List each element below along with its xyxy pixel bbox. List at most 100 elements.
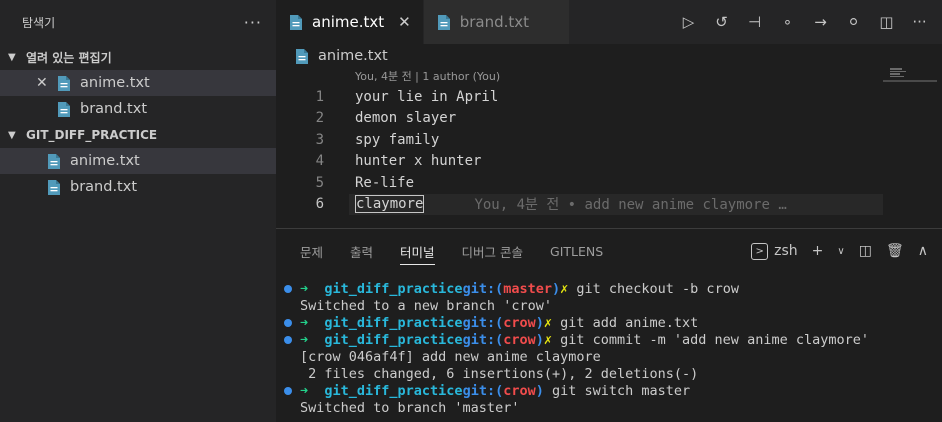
prompt-branch: crow xyxy=(503,314,536,331)
output-text: 2 files changed, 6 insertions(+), 2 dele… xyxy=(300,365,699,382)
code-line[interactable]: 5 Re-life xyxy=(276,172,942,194)
git-commit-icon[interactable]: ⊣ xyxy=(746,13,763,31)
breadcrumb[interactable]: anime.txt xyxy=(276,44,942,68)
split-editor-icon[interactable]: ◫ xyxy=(878,13,895,31)
tab-terminal[interactable]: 터미널 xyxy=(400,229,435,273)
line-text: spy family xyxy=(355,131,440,148)
folder-file-brand[interactable]: brand.txt xyxy=(0,174,276,200)
code-line[interactable]: 1 your lie in April xyxy=(276,86,942,108)
file-name: anime.txt xyxy=(70,153,140,169)
line-text: your lie in April xyxy=(355,88,499,105)
code-content[interactable]: 1 your lie in April 2 demon slayer 3 spy… xyxy=(276,86,942,215)
split-terminal-icon[interactable]: ◫ xyxy=(859,243,872,259)
dirty-mark-icon: ✗ xyxy=(543,314,552,331)
explorer-title: 탐색기 xyxy=(22,15,56,30)
prompt-arrow-icon: ➜ xyxy=(300,314,325,331)
prompt-arrow-icon: ➜ xyxy=(300,280,325,297)
tab-anime[interactable]: anime.txt ✕ xyxy=(276,0,424,44)
command-decoration-icon[interactable] xyxy=(284,335,292,344)
tab-brand[interactable]: brand.txt xyxy=(423,0,571,44)
terminal-output[interactable]: ➜ git_diff_practice git:(master) ✗ git c… xyxy=(276,273,942,416)
prompt-git: git:( xyxy=(462,280,504,297)
file-name: brand.txt xyxy=(70,179,138,195)
command-decoration-icon[interactable] xyxy=(284,318,292,327)
chevron-down-icon[interactable]: ∨ xyxy=(837,246,844,257)
code-line[interactable]: 2 demon slayer xyxy=(276,108,942,130)
file-name: anime.txt xyxy=(80,75,150,91)
line-number: 4 xyxy=(315,153,324,170)
tab-problems[interactable]: 문제 xyxy=(300,229,323,273)
code-line[interactable]: 3 spy family xyxy=(276,129,942,151)
chevron-down-icon: ▼ xyxy=(8,129,16,141)
dirty-mark-icon: ✗ xyxy=(560,280,569,297)
minimap[interactable] xyxy=(890,68,906,80)
folder-label: GIT_DIFF_PRACTICE xyxy=(26,128,158,142)
prompt-dir: git_diff_practice xyxy=(324,314,463,331)
file-icon xyxy=(296,48,308,64)
history-icon[interactable]: ↺ xyxy=(713,13,730,31)
open-editor-brand[interactable]: brand.txt xyxy=(0,96,276,122)
trash-icon[interactable]: 🗑 xyxy=(886,243,904,259)
dirty-mark-icon: ✗ xyxy=(543,331,552,348)
tab-output[interactable]: 출력 xyxy=(350,229,373,273)
command-text: git switch master xyxy=(543,382,691,399)
tab-label: anime.txt xyxy=(312,13,385,31)
command-decoration-icon[interactable] xyxy=(284,386,292,395)
line-text: demon slayer xyxy=(355,110,457,127)
terminal-icon: > xyxy=(751,242,769,260)
explorer-header: 탐색기 ··· xyxy=(0,0,276,44)
editor-area: anime.txt ✕ brand.txt ▷ ↺ ⊣ ∘ → ⚪ ◫ ··· … xyxy=(276,0,942,228)
close-icon[interactable]: ✕ xyxy=(36,75,48,91)
prompt-git-close: ) xyxy=(535,314,544,331)
more-actions-icon[interactable]: ··· xyxy=(244,13,262,32)
command-decoration-icon[interactable] xyxy=(284,284,292,293)
more-actions-icon[interactable]: ··· xyxy=(911,13,928,31)
prompt-git: git:( xyxy=(462,382,504,399)
terminal-line: Switched to branch 'master' xyxy=(284,399,942,416)
chevron-down-icon: ▼ xyxy=(8,51,16,63)
editor-toolbar: ▷ ↺ ⊣ ∘ → ⚪ ◫ ··· xyxy=(680,0,928,44)
code-line[interactable]: 4 hunter x hunter xyxy=(276,151,942,173)
close-icon[interactable]: ✕ xyxy=(398,13,411,31)
line-number: 1 xyxy=(315,88,324,105)
line-text: claymore xyxy=(355,195,425,214)
run-icon[interactable]: ▷ xyxy=(680,13,697,31)
line-text: hunter x hunter xyxy=(355,153,482,170)
add-terminal-icon[interactable]: + xyxy=(812,243,824,259)
file-icon xyxy=(437,14,450,30)
breadcrumb-file: anime.txt xyxy=(318,48,388,64)
open-editors-section[interactable]: ▼ 열려 있는 편집기 xyxy=(0,44,276,70)
output-text: Switched to branch 'master' xyxy=(300,399,520,416)
prompt-git-close: ) xyxy=(551,280,561,297)
prompt-dir: git_diff_practice xyxy=(324,331,463,348)
chevron-up-icon[interactable]: ∧ xyxy=(918,243,928,259)
tab-debug-console[interactable]: 디버그 콘솔 xyxy=(462,229,523,273)
previous-change-icon[interactable]: ∘ xyxy=(779,13,796,31)
explorer-sidebar: 탐색기 ··· ▼ 열려 있는 편집기 ✕ anime.txt brand.tx… xyxy=(0,0,276,422)
prompt-arrow-icon: ➜ xyxy=(300,382,325,399)
code-line-current[interactable]: 6 claymore You, 4분 전 • add new anime cla… xyxy=(276,193,942,215)
line-text: Re-life xyxy=(355,174,415,191)
terminal-line: [crow 046af4f] add new anime claymore xyxy=(284,348,942,365)
gitlens-icon[interactable]: ⚪ xyxy=(845,13,862,31)
command-text: git add anime.txt xyxy=(552,314,699,331)
folder-file-anime[interactable]: anime.txt xyxy=(0,148,276,174)
prompt-git: git:( xyxy=(462,314,504,331)
file-icon xyxy=(58,101,70,117)
line-number: 2 xyxy=(315,110,324,127)
file-icon xyxy=(290,14,302,30)
tab-gitlens[interactable]: GITLENS xyxy=(550,229,603,273)
terminal-shell-selector[interactable]: > zsh xyxy=(751,242,798,260)
file-icon xyxy=(48,179,60,195)
file-name: brand.txt xyxy=(80,101,148,117)
scrollbar[interactable] xyxy=(883,80,937,82)
open-editor-anime[interactable]: ✕ anime.txt xyxy=(0,70,276,96)
terminal-line: ➜ git_diff_practice git:(crow) ✗ git com… xyxy=(284,331,942,348)
bottom-panel: 문제 출력 터미널 디버그 콘솔 GITLENS > zsh + ∨ ◫ 🗑 ∧… xyxy=(276,228,942,422)
editor-tabs: anime.txt ✕ brand.txt ▷ ↺ ⊣ ∘ → ⚪ ◫ ··· xyxy=(276,0,942,44)
prompt-arrow-icon: ➜ xyxy=(300,331,325,348)
tab-label: brand.txt xyxy=(459,13,530,31)
codelens-blame[interactable]: You, 4분 전 | 1 author (You) xyxy=(276,68,942,86)
folder-section[interactable]: ▼ GIT_DIFF_PRACTICE xyxy=(0,122,276,148)
next-change-icon[interactable]: → xyxy=(812,13,829,31)
